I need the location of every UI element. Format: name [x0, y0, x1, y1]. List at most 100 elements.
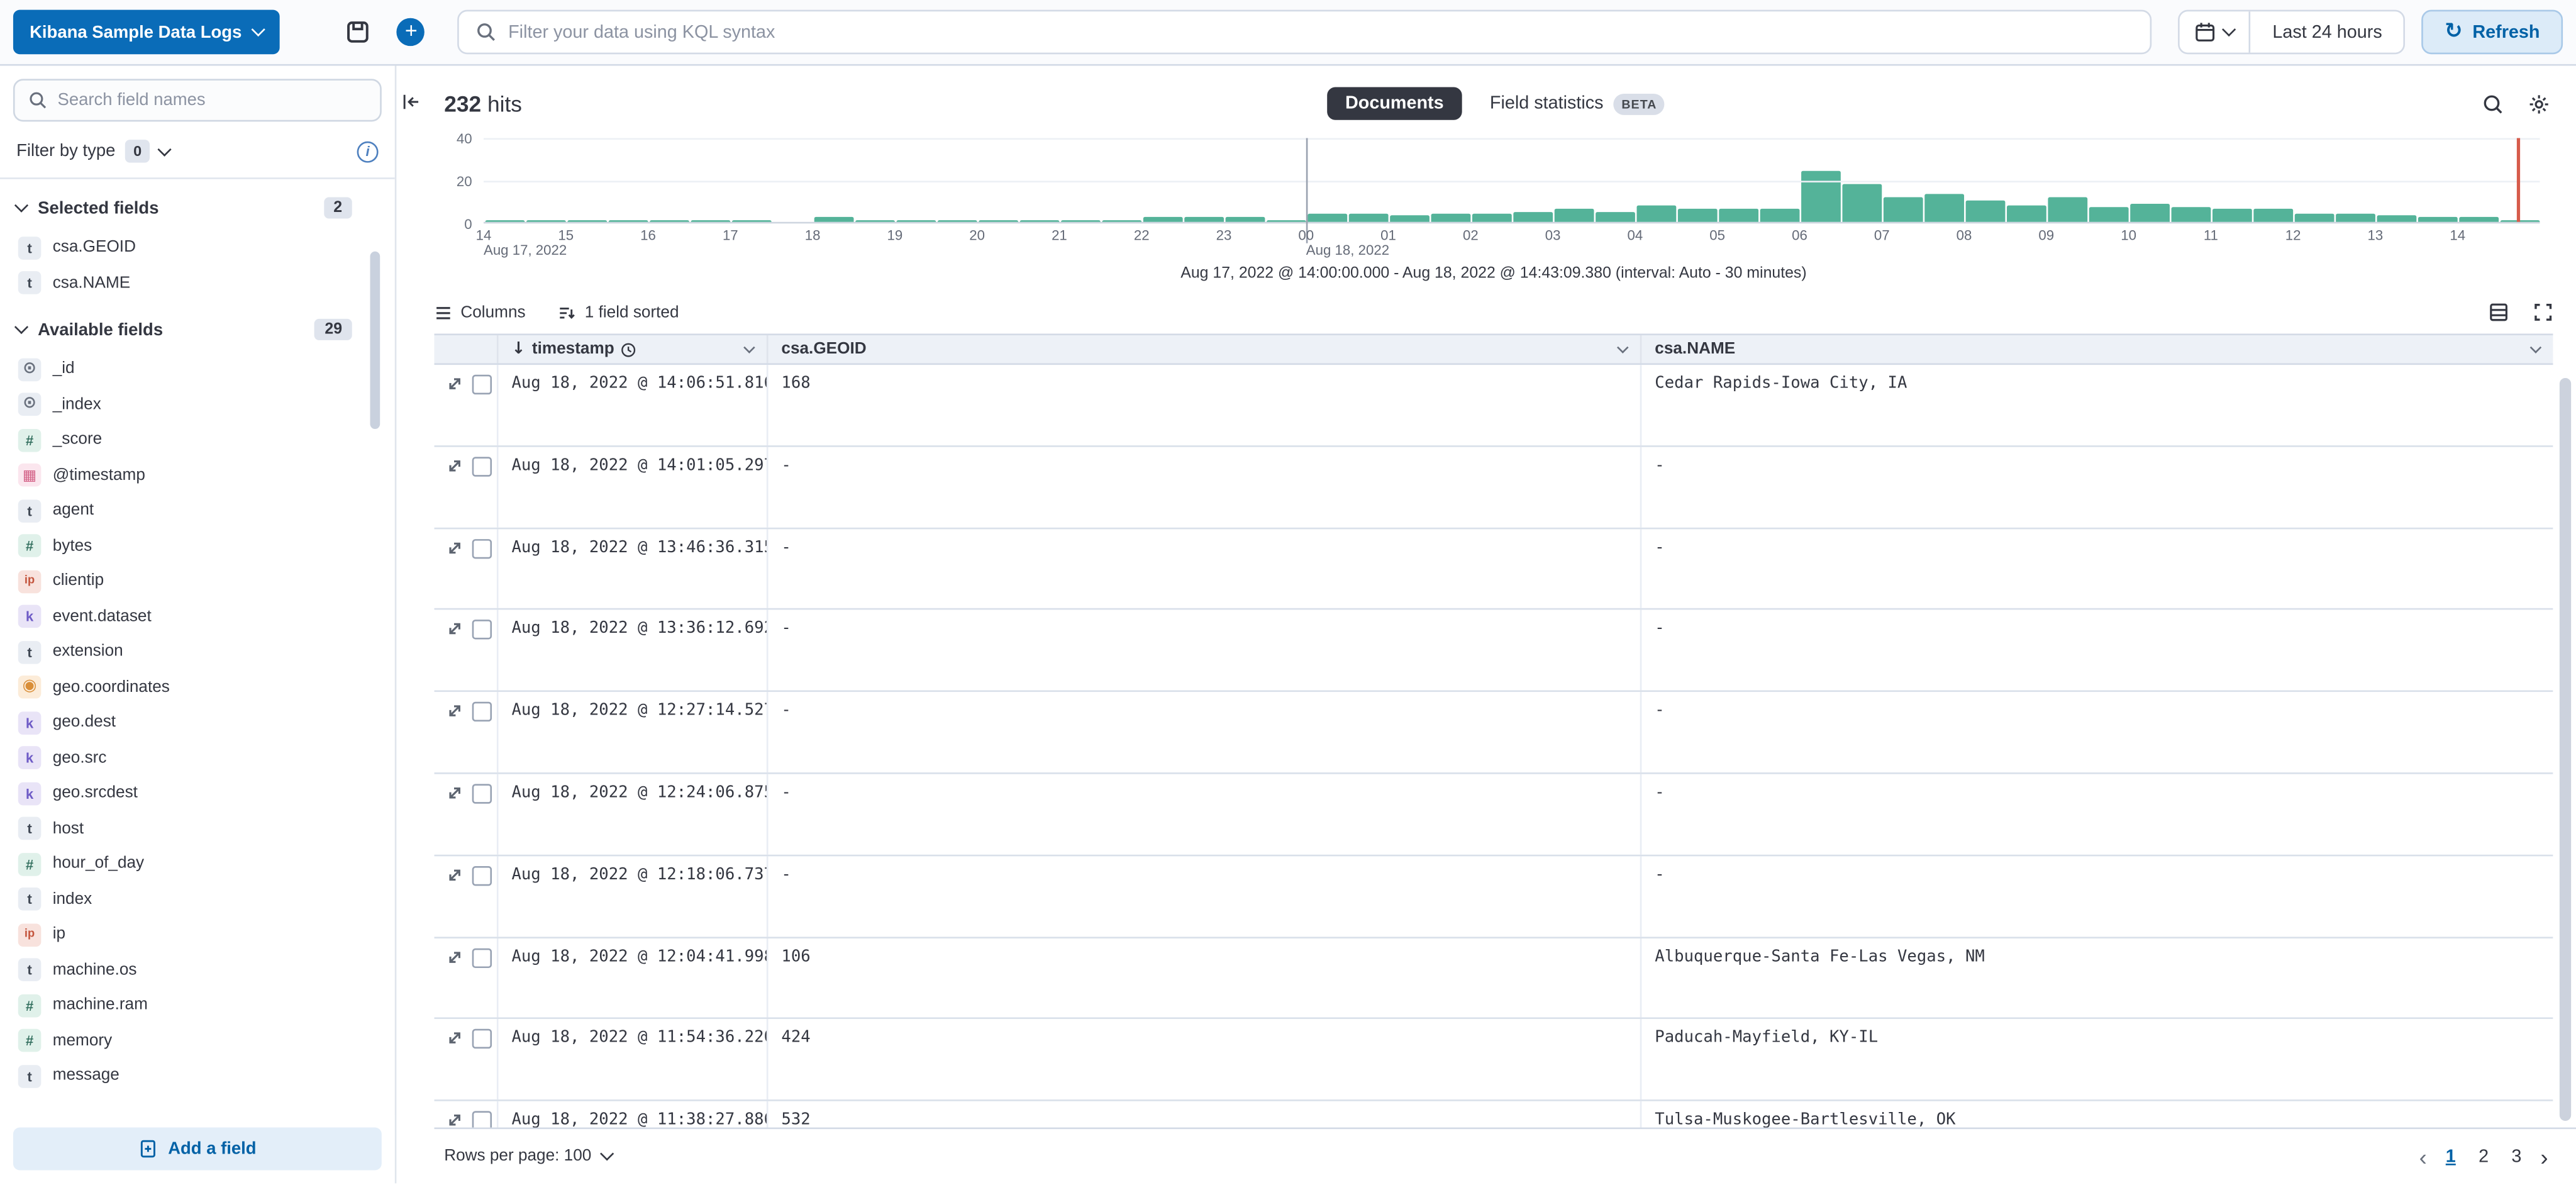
- expand-row-icon[interactable]: [446, 538, 464, 557]
- histogram-bar[interactable]: [1430, 213, 1470, 221]
- field-item[interactable]: tmessage: [13, 1059, 382, 1094]
- histogram-bar[interactable]: [2170, 207, 2210, 221]
- table-row[interactable]: Aug 18, 2022 @ 11:38:27.886532Tulsa-Musk…: [435, 1101, 2553, 1127]
- field-item[interactable]: ipip: [13, 917, 382, 952]
- date-quick-menu-button[interactable]: [2180, 11, 2251, 52]
- table-row[interactable]: Aug 18, 2022 @ 14:06:51.816168Cedar Rapi…: [435, 365, 2553, 447]
- field-item[interactable]: thost: [13, 811, 382, 847]
- row-checkbox[interactable]: [472, 457, 492, 476]
- histogram-bar[interactable]: [2418, 218, 2457, 222]
- field-item[interactable]: ⊙_index: [13, 387, 382, 422]
- column-header-csa-name[interactable]: csa.NAME: [1640, 335, 2553, 363]
- table-row[interactable]: Aug 18, 2022 @ 12:04:41.998106Albuquerqu…: [435, 938, 2553, 1020]
- refresh-button[interactable]: ↻ Refresh: [2421, 10, 2563, 55]
- column-menu-chevron-icon[interactable]: [1617, 341, 1628, 352]
- info-icon[interactable]: i: [357, 140, 379, 162]
- histogram-bar[interactable]: [1224, 218, 1264, 222]
- grid-scrollbar[interactable]: [2560, 378, 2571, 1121]
- columns-button[interactable]: Columns: [435, 303, 526, 321]
- field-item[interactable]: #bytes: [13, 528, 382, 564]
- histogram-bar[interactable]: [1718, 209, 1758, 222]
- kql-search-input[interactable]: [508, 22, 2135, 42]
- field-item[interactable]: tindex: [13, 882, 382, 917]
- column-header-timestamp[interactable]: ↓ timestamp: [497, 335, 767, 363]
- available-fields-accordion[interactable]: Available fields 29: [16, 319, 378, 340]
- field-item[interactable]: tmachine.os: [13, 952, 382, 988]
- histogram-bar[interactable]: [1636, 205, 1675, 222]
- field-item[interactable]: tcsa.GEOID: [13, 230, 382, 265]
- saved-query-icon[interactable]: [339, 13, 379, 52]
- row-checkbox[interactable]: [472, 865, 492, 885]
- histogram-bar[interactable]: [937, 220, 977, 221]
- histogram-bar[interactable]: [855, 220, 894, 221]
- rows-per-page-button[interactable]: Rows per page: 100: [444, 1147, 611, 1166]
- field-item[interactable]: tagent: [13, 493, 382, 528]
- row-checkbox[interactable]: [472, 620, 492, 640]
- histogram-bar[interactable]: [2294, 213, 2333, 221]
- histogram-bar[interactable]: [1513, 211, 1552, 222]
- expand-row-icon[interactable]: [446, 784, 464, 802]
- row-checkbox[interactable]: [472, 948, 492, 967]
- column-header-csa-geoid[interactable]: csa.GEOID: [767, 335, 1640, 363]
- histogram-bar[interactable]: [1883, 197, 1923, 222]
- histogram-bar[interactable]: [1143, 218, 1182, 222]
- histogram-bar[interactable]: [2129, 203, 2169, 222]
- histogram-bar[interactable]: [1553, 209, 1593, 222]
- table-row[interactable]: Aug 18, 2022 @ 13:36:12.692--: [435, 610, 2553, 692]
- expand-row-icon[interactable]: [446, 1030, 464, 1048]
- histogram-bar[interactable]: [2089, 207, 2128, 221]
- table-row[interactable]: Aug 18, 2022 @ 12:18:06.737--: [435, 856, 2553, 938]
- collapse-sidebar-icon[interactable]: [401, 92, 421, 111]
- field-search-input[interactable]: [58, 91, 367, 110]
- page-button-2[interactable]: 2: [2470, 1142, 2497, 1171]
- histogram-bar[interactable]: [731, 220, 771, 221]
- histogram-bar[interactable]: [2253, 209, 2292, 222]
- histogram-bar[interactable]: [978, 220, 1018, 221]
- field-item[interactable]: #machine.ram: [13, 988, 382, 1023]
- histogram-bar[interactable]: [526, 220, 565, 221]
- expand-row-icon[interactable]: [446, 457, 464, 475]
- histogram-bar[interactable]: [484, 220, 524, 221]
- row-checkbox[interactable]: [472, 784, 492, 803]
- field-item[interactable]: kgeo.srcdest: [13, 776, 382, 811]
- tab-field-statistics[interactable]: Field statistics BETA: [1472, 86, 1683, 121]
- histogram-bar[interactable]: [1019, 220, 1058, 221]
- histogram-bar[interactable]: [2212, 209, 2251, 222]
- histogram-bar[interactable]: [1307, 213, 1346, 221]
- time-range-button[interactable]: Last 24 hours: [2251, 22, 2403, 42]
- histogram-bar[interactable]: [1060, 220, 1100, 221]
- histogram-bar[interactable]: [1841, 184, 1881, 222]
- histogram-bar[interactable]: [608, 220, 647, 221]
- sidebar-scrollbar[interactable]: [370, 252, 380, 429]
- histogram-bar[interactable]: [2376, 216, 2416, 222]
- histogram-bar[interactable]: [567, 220, 606, 221]
- field-item[interactable]: ▦@timestamp: [13, 458, 382, 493]
- row-checkbox[interactable]: [472, 538, 492, 558]
- field-item[interactable]: tcsa.NAME: [13, 265, 382, 301]
- expand-row-icon[interactable]: [446, 948, 464, 966]
- fullscreen-icon[interactable]: [2533, 303, 2553, 322]
- column-menu-chevron-icon[interactable]: [2530, 341, 2541, 352]
- histogram-bar[interactable]: [1101, 220, 1141, 221]
- field-item[interactable]: #_score: [13, 423, 382, 458]
- histogram-bar[interactable]: [690, 220, 730, 221]
- row-checkbox[interactable]: [472, 1111, 492, 1128]
- histogram-bar[interactable]: [1924, 194, 1963, 221]
- filter-by-type-button[interactable]: Filter by type 0 i: [0, 136, 395, 179]
- histogram-bar[interactable]: [1184, 218, 1223, 222]
- table-row[interactable]: Aug 18, 2022 @ 12:27:14.527--: [435, 693, 2553, 774]
- selected-fields-accordion[interactable]: Selected fields 2: [16, 198, 378, 219]
- expand-row-icon[interactable]: [446, 865, 464, 884]
- page-button-1[interactable]: 1: [2437, 1142, 2465, 1171]
- histogram-bar[interactable]: [649, 220, 689, 221]
- histogram-bar[interactable]: [2458, 218, 2498, 222]
- field-item[interactable]: kevent.dataset: [13, 599, 382, 634]
- histogram-bar[interactable]: [896, 220, 935, 221]
- row-checkbox[interactable]: [472, 1030, 492, 1049]
- table-row[interactable]: Aug 18, 2022 @ 11:54:36.220424Paducah-Ma…: [435, 1020, 2553, 1101]
- data-view-picker[interactable]: Kibana Sample Data Logs: [13, 10, 280, 55]
- add-filter-button[interactable]: +: [391, 13, 431, 52]
- field-item[interactable]: #memory: [13, 1023, 382, 1059]
- histogram-bar[interactable]: [1266, 220, 1306, 221]
- next-page-icon[interactable]: ›: [2535, 1145, 2553, 1168]
